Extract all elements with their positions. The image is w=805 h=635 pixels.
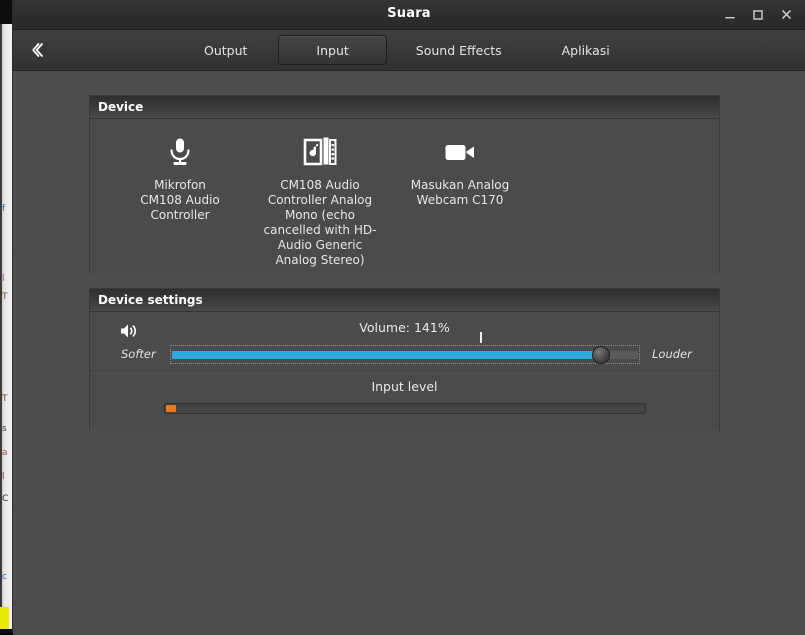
volume-slider-fill (172, 351, 601, 359)
content-area: Device Mikrofon CM108 Audio Controller C… (13, 71, 805, 635)
maximize-icon[interactable] (745, 3, 771, 27)
device-settings-panel: Device settings Volume: 141% Softer Loud… (89, 288, 720, 431)
tab-list: Output Input Sound Effects Aplikasi (173, 30, 631, 70)
background-text-fragment: C (2, 494, 9, 504)
background-text-fragment: c (2, 572, 7, 582)
titlebar[interactable]: Suara (13, 0, 805, 30)
device-item-label: CM108 Audio Controller Analog Mono (echo… (263, 178, 377, 267)
desktop-background: f l T T s a l C c Suara Output Input Sou… (0, 0, 805, 635)
device-item-webcam-c170[interactable]: Masukan Analog Webcam C170 (390, 131, 530, 212)
input-level-label: Input level (371, 379, 438, 394)
device-item-cm108-analog-mono[interactable]: CM108 Audio Controller Analog Mono (echo… (250, 131, 390, 272)
input-level-row: Input level (90, 371, 719, 427)
back-button[interactable] (22, 35, 52, 65)
volume-slider-knob[interactable] (592, 346, 610, 364)
device-panel-body: Mikrofon CM108 Audio Controller CM108 Au… (90, 119, 719, 273)
device-settings-panel-title: Device settings (90, 289, 719, 312)
background-text-fragment: l (2, 472, 5, 482)
background-text-fragment: T (2, 394, 8, 404)
background-text-fragment: T (2, 292, 8, 302)
volume-label: Volume: 141% (359, 320, 450, 335)
audio-card-icon (303, 135, 337, 169)
device-settings-panel-body: Volume: 141% Softer Louder Input level (90, 312, 719, 431)
background-window-accent (0, 607, 9, 629)
window-title: Suara (387, 6, 431, 21)
device-panel-title: Device (90, 96, 719, 119)
window-controls (717, 0, 799, 29)
device-item-label: Masukan Analog Webcam C170 (410, 178, 510, 207)
microphone-icon (166, 135, 194, 169)
tab-aplikasi[interactable]: Aplikasi (541, 35, 631, 65)
minimize-icon[interactable] (717, 3, 743, 27)
device-item-label: Mikrofon CM108 Audio Controller (140, 178, 220, 222)
device-list: Mikrofon CM108 Audio Controller CM108 Au… (90, 119, 719, 272)
background-window-strip (0, 24, 12, 629)
background-window-sliver[interactable]: f l T T s a l C c (0, 24, 12, 629)
webcam-icon (444, 135, 476, 169)
input-level-meter-fill (166, 405, 176, 412)
headerbar: Output Input Sound Effects Aplikasi (13, 30, 805, 71)
volume-min-label: Softer (121, 347, 156, 361)
tab-input[interactable]: Input (278, 35, 387, 65)
tab-output[interactable]: Output (173, 35, 278, 65)
input-level-meter (164, 403, 646, 414)
volume-max-label: Louder (652, 347, 692, 361)
background-text-fragment: l (2, 274, 5, 284)
background-text-fragment: s (2, 424, 7, 434)
tab-sound-effects[interactable]: Sound Effects (395, 35, 523, 65)
close-icon[interactable] (773, 3, 799, 27)
device-item-mikrofon[interactable]: Mikrofon CM108 Audio Controller (110, 131, 250, 227)
background-text-fragment: f (2, 204, 6, 214)
volume-slider[interactable] (170, 332, 640, 366)
background-text-fragment: a (2, 448, 8, 458)
volume-slider-tick (480, 332, 482, 343)
sound-settings-window: Suara Output Input Sound Effects Aplikas… (12, 0, 805, 635)
device-panel: Device Mikrofon CM108 Audio Controller C… (89, 95, 720, 273)
volume-row: Volume: 141% Softer Louder (90, 312, 719, 371)
